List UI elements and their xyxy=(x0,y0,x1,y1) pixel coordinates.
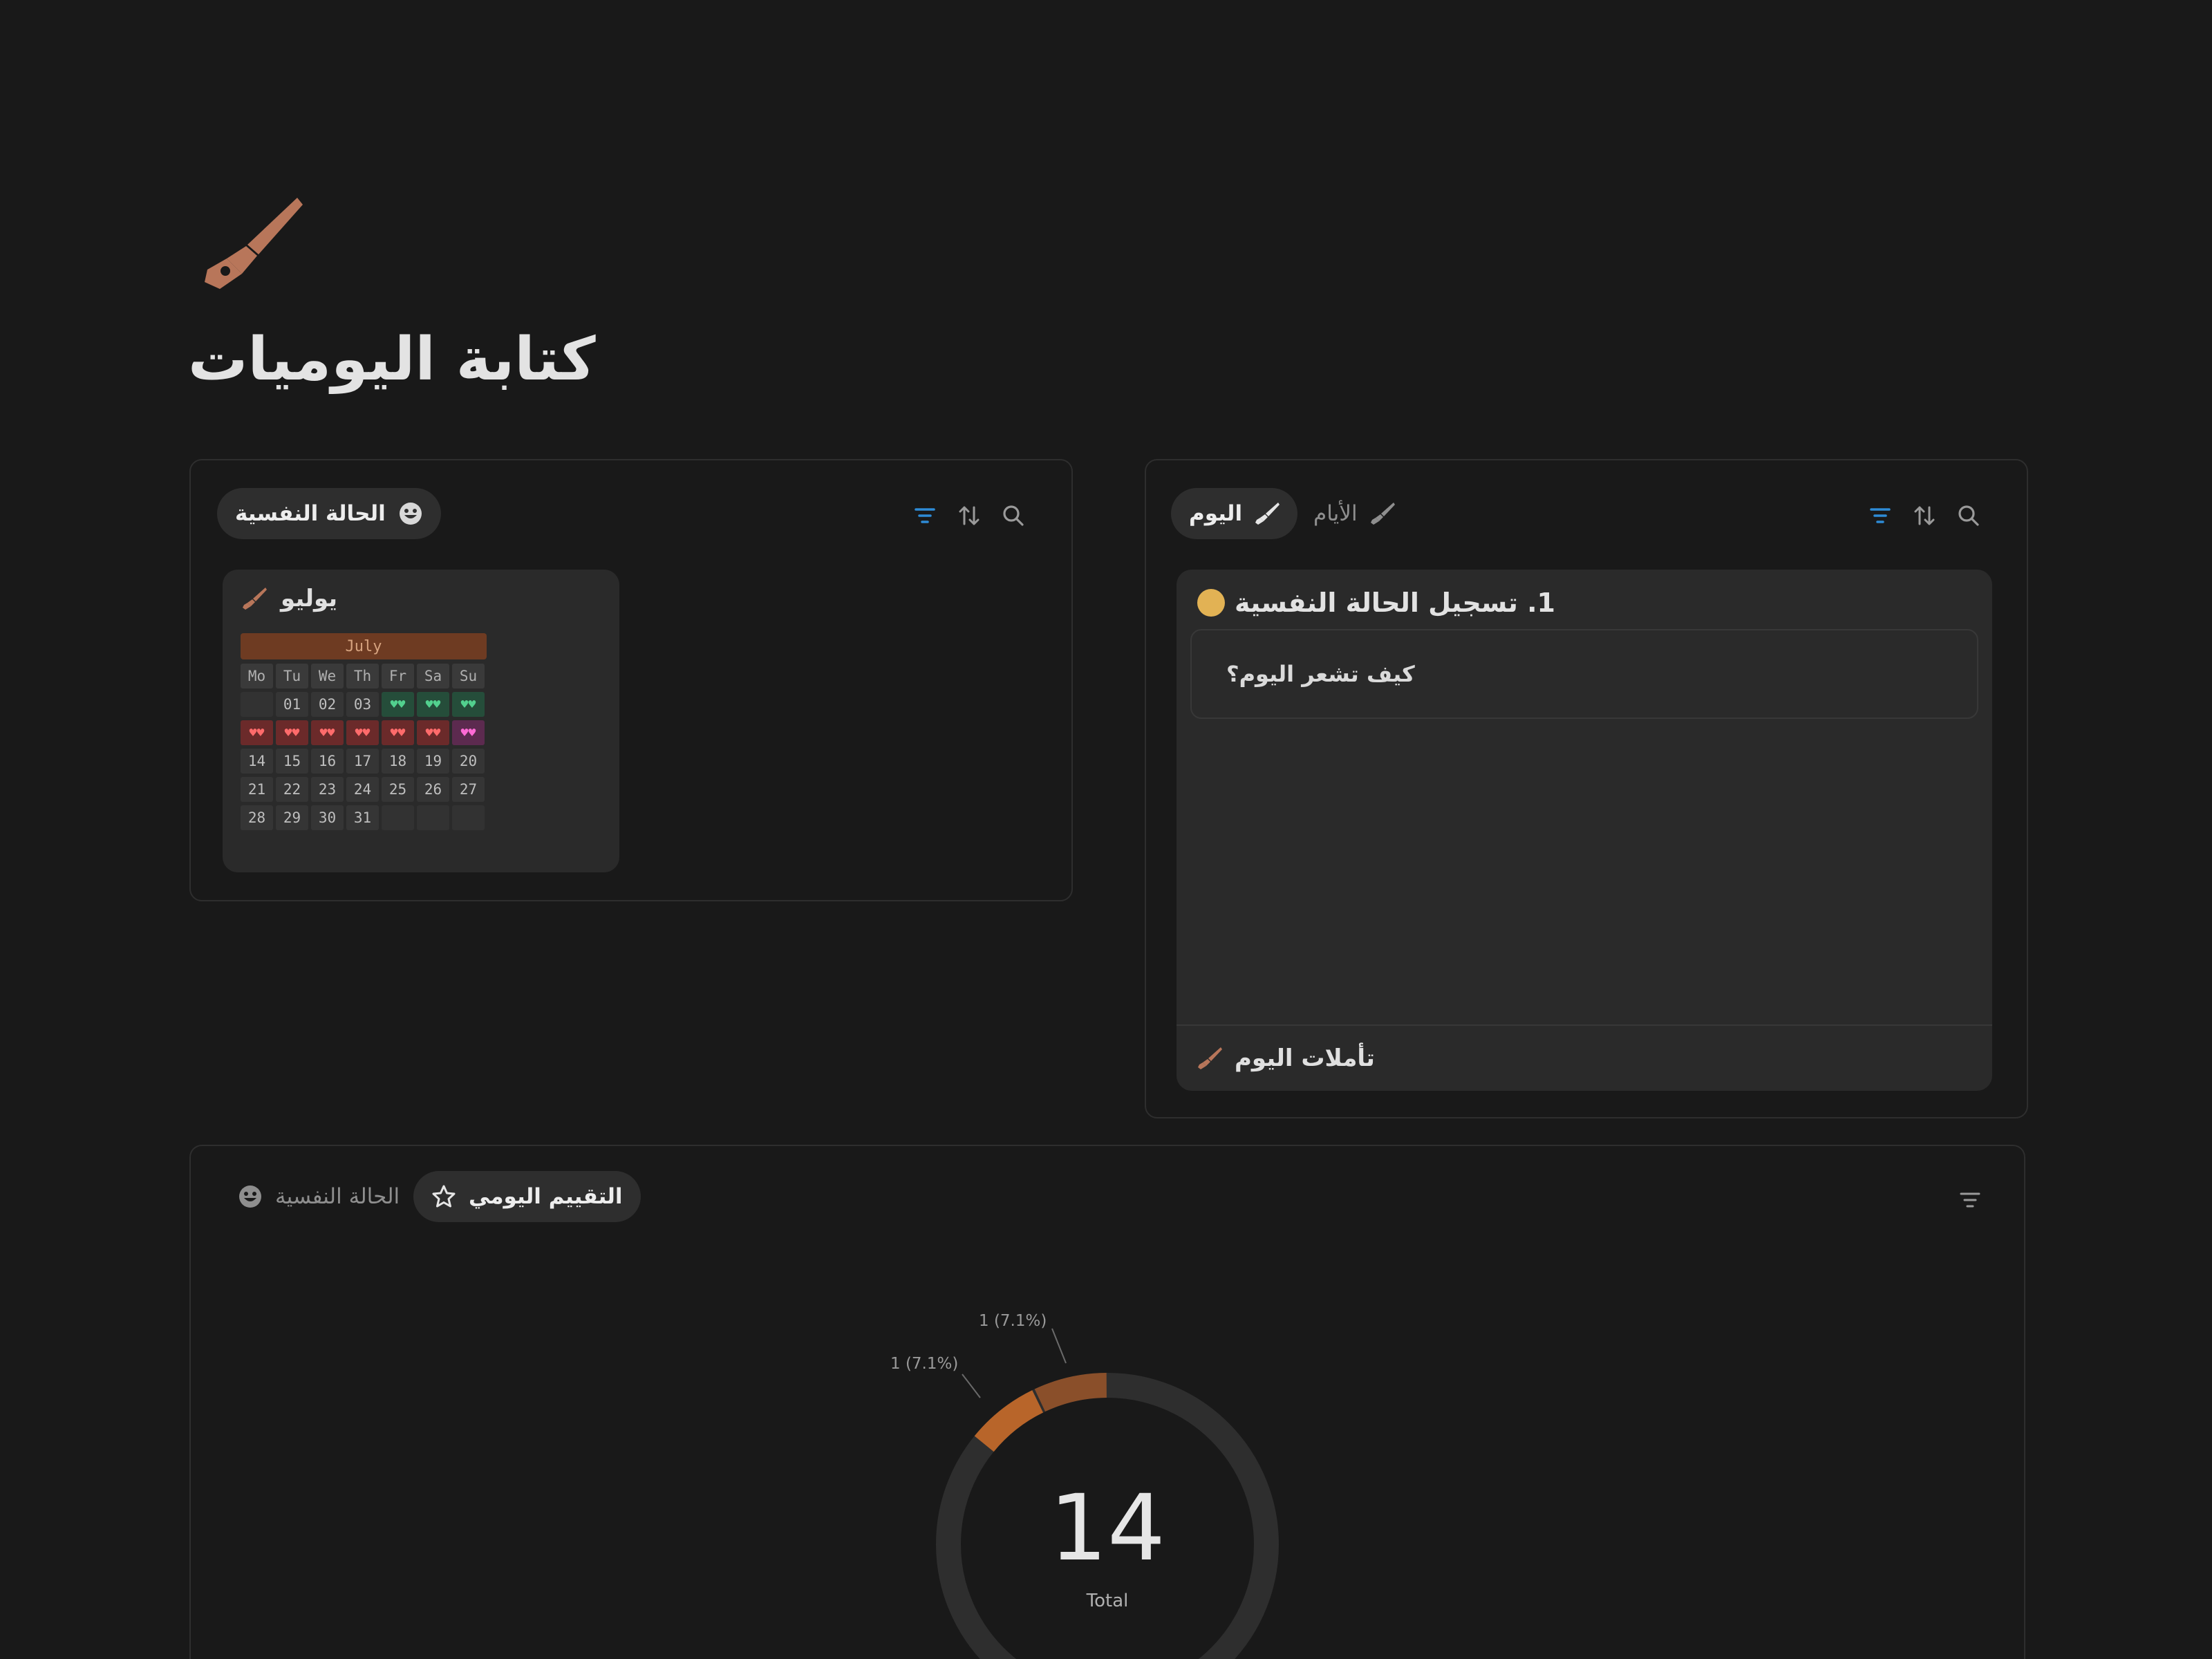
calendar-mood-cell: ♥♥ xyxy=(452,692,485,717)
slice-label-leader xyxy=(1051,1328,1067,1364)
calendar-mood-cell: ♥♥ xyxy=(417,692,449,717)
tab-label: الحالة النفسية xyxy=(235,501,386,526)
calendar-weekday: Mo xyxy=(241,664,273,688)
calendar-weekday: Sa xyxy=(417,664,449,688)
filter-icon[interactable] xyxy=(1868,503,1893,528)
month-card[interactable]: يوليو July Mo Tu We Th Fr Sa Su 01 02 03 ♥♥ ♥♥ ♥♥ ♥♥… xyxy=(223,570,619,872)
calendar-day: 19 xyxy=(417,749,449,774)
reflections-label: تأملات اليوم xyxy=(1235,1044,1375,1072)
reflections-link[interactable]: تأملات اليوم xyxy=(1177,1024,1992,1091)
fountain-pen-icon xyxy=(205,198,303,289)
search-icon[interactable] xyxy=(1956,503,1981,528)
calendar-mood-cell: ♥♥ xyxy=(382,720,414,745)
calendar-day: 01 xyxy=(276,692,308,717)
calendar-mood-cell: ♥♥ xyxy=(417,720,449,745)
donut-chart: 1 (7.1%) 1 (7.1%) 14 Total xyxy=(890,1312,1279,1659)
calendar-day: 18 xyxy=(382,749,414,774)
calendar-day: 21 xyxy=(241,777,273,802)
card-title: 1. تسجيل الحالة النفسية xyxy=(1235,588,1555,618)
donut-slice[interactable] xyxy=(1034,1373,1107,1412)
fountain-pen-icon xyxy=(1370,503,1395,525)
calendar-mood-cell: ♥♥ xyxy=(241,720,273,745)
calendar-weekday: We xyxy=(311,664,344,688)
slice-label-leader xyxy=(962,1374,981,1398)
calendar-day: 30 xyxy=(311,805,344,830)
chart-view: الحالة النفسية التقييم اليومي 1 (7.1%) 1 … xyxy=(189,1145,2025,1659)
search-icon[interactable] xyxy=(1001,503,1026,528)
calendar-weekday: Th xyxy=(346,664,379,688)
page-title: كتابة اليوميات xyxy=(188,325,596,394)
calendar-day: 14 xyxy=(241,749,273,774)
tab-label: الأيام xyxy=(1313,501,1358,526)
calendar-month-header: July xyxy=(241,633,487,659)
slice-label: 1 (7.1%) xyxy=(979,1312,1047,1330)
today-view: اليوم الأيام 1. تسجيل الحالة النفسية كيف… xyxy=(1145,459,2028,1118)
calendar-empty-cell xyxy=(382,805,414,830)
calendar-mood-cell: ♥♥ xyxy=(311,720,344,745)
calendar-mood-cell: ♥♥ xyxy=(382,692,414,717)
tab-days[interactable]: الأيام xyxy=(1295,488,1413,539)
question-callout[interactable]: كيف تشعر اليوم؟ xyxy=(1190,629,1978,719)
calendar-empty-cell xyxy=(417,805,449,830)
calendar-day: 29 xyxy=(276,805,308,830)
filter-icon[interactable] xyxy=(912,503,937,528)
calendar-day: 24 xyxy=(346,777,379,802)
tab-mood[interactable]: الحالة النفسية xyxy=(217,488,441,539)
calendar-grid: Mo Tu We Th Fr Sa Su 01 02 03 ♥♥ ♥♥ ♥♥ ♥♥ ♥♥ ♥♥ ♥♥ ♥♥ ♥♥ ♥… xyxy=(241,664,487,834)
calendar-day: 17 xyxy=(346,749,379,774)
calendar-day: 02 xyxy=(311,692,344,717)
yellow-circle-icon xyxy=(1197,589,1225,617)
slice-label: 1 (7.1%) xyxy=(890,1355,958,1373)
mood-board-view: الحالة النفسية يوليو July Mo Tu We Th Fr Sa Su… xyxy=(189,459,1073,901)
fountain-pen-icon xyxy=(1198,1047,1222,1069)
calendar-weekday: Fr xyxy=(382,664,414,688)
calendar-day: 16 xyxy=(311,749,344,774)
calendar-day: 20 xyxy=(452,749,485,774)
smiley-face-icon xyxy=(399,503,422,525)
fountain-pen-icon xyxy=(1255,503,1280,525)
donut-total-value: 14 xyxy=(1049,1475,1165,1582)
calendar-weekday: Tu xyxy=(276,664,308,688)
tab-label: اليوم xyxy=(1189,501,1243,526)
donut-slice[interactable] xyxy=(974,1390,1044,1452)
calendar-day: 26 xyxy=(417,777,449,802)
calendar-weekday: Su xyxy=(452,664,485,688)
calendar-empty-cell xyxy=(241,692,273,717)
calendar-mood-cell: ♥♥ xyxy=(452,720,485,745)
donut-total-label: Total xyxy=(1086,1591,1129,1611)
sort-icon[interactable] xyxy=(1912,503,1937,528)
fountain-pen-icon xyxy=(243,588,267,610)
calendar-day: 31 xyxy=(346,805,379,830)
calendar-day: 25 xyxy=(382,777,414,802)
calendar-day: 15 xyxy=(276,749,308,774)
calendar-mood-cell: ♥♥ xyxy=(276,720,308,745)
calendar-empty-cell xyxy=(452,805,485,830)
mood-log-card[interactable]: 1. تسجيل الحالة النفسية كيف تشعر اليوم؟ … xyxy=(1177,570,1992,1091)
calendar-day: 22 xyxy=(276,777,308,802)
question-text: كيف تشعر اليوم؟ xyxy=(1226,661,1415,687)
calendar-day: 28 xyxy=(241,805,273,830)
card-title: يوليو xyxy=(281,585,338,612)
tab-today[interactable]: اليوم xyxy=(1171,488,1298,539)
calendar-day: 23 xyxy=(311,777,344,802)
calendar-mood-cell: ♥♥ xyxy=(346,720,379,745)
mood-card-heading: 1. تسجيل الحالة النفسية xyxy=(1197,588,1555,618)
calendar-day: 27 xyxy=(452,777,485,802)
sort-icon[interactable] xyxy=(957,503,982,528)
calendar-day: 03 xyxy=(346,692,379,717)
